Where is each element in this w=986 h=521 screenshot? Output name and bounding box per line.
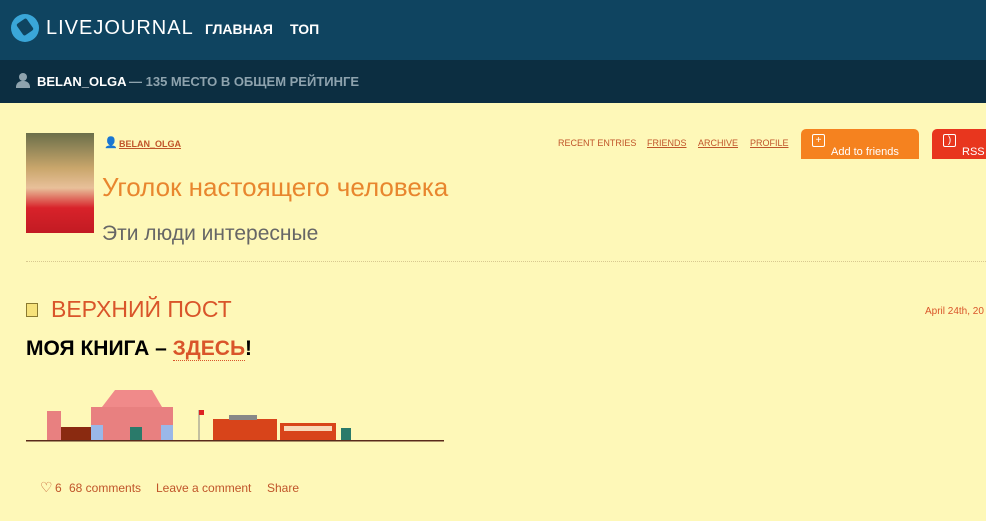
- user-icon: [16, 73, 30, 88]
- journal-rating-bar: BELAN_OLGA — 135 МЕСТО В ОБЩЕМ РЕЙТИНГЕ: [0, 60, 986, 103]
- post-date: April 24th, 20: [925, 306, 984, 317]
- nav-top[interactable]: ТОП: [290, 21, 319, 37]
- link-recent-entries[interactable]: RECENT ENTRIES: [558, 138, 636, 148]
- train-station-image: [26, 390, 444, 442]
- heart-icon[interactable]: ♡: [40, 479, 53, 496]
- rating-username[interactable]: BELAN_OLGA: [37, 74, 127, 89]
- book-end: !: [245, 337, 253, 360]
- link-archive[interactable]: ARCHIVE: [698, 138, 738, 148]
- avatar[interactable]: [26, 133, 94, 233]
- add-to-friends-button[interactable]: + Add to friends: [801, 129, 919, 159]
- user-icon: 👤: [104, 136, 118, 149]
- comments-link[interactable]: 68 comments: [69, 481, 141, 495]
- rss-button[interactable]: ) RSS: [932, 129, 986, 159]
- add-friends-label: Add to friends: [831, 146, 899, 158]
- book-link[interactable]: ЗДЕСЬ: [172, 337, 246, 361]
- journal-username[interactable]: BELAN_OLGA: [119, 139, 181, 149]
- journal-subtitle: Эти люди интересные: [102, 222, 319, 245]
- post-body-text: МОЯ КНИГА – ЗДЕСЬ!: [26, 337, 252, 361]
- rating-text: — 135 МЕСТО В ОБЩЕМ РЕЙТИНГЕ: [129, 74, 360, 89]
- livejournal-logo[interactable]: LIVEJOURNAL: [11, 14, 194, 42]
- link-friends[interactable]: FRIENDS: [647, 138, 687, 148]
- post-icon: [26, 303, 38, 317]
- plus-icon: +: [812, 134, 825, 147]
- nav-main[interactable]: ГЛАВНАЯ: [205, 21, 273, 37]
- share-link[interactable]: Share: [267, 481, 299, 495]
- livejournal-logo-icon: [11, 14, 39, 42]
- top-bar: LIVEJOURNAL ГЛАВНАЯ ТОП: [0, 0, 986, 60]
- journal-title: Уголок настоящего человека: [102, 172, 449, 202]
- likes-count: 6: [55, 481, 62, 495]
- post-title[interactable]: ВЕРХНИЙ ПОСТ: [51, 296, 232, 323]
- book-text: МОЯ КНИГА –: [26, 337, 173, 360]
- link-profile[interactable]: PROFILE: [750, 138, 789, 148]
- rss-icon: ): [943, 134, 956, 147]
- logo-text: LIVEJOURNAL: [46, 16, 194, 39]
- rss-label: RSS: [962, 146, 985, 158]
- leave-comment-link[interactable]: Leave a comment: [156, 481, 251, 495]
- divider: [26, 261, 986, 262]
